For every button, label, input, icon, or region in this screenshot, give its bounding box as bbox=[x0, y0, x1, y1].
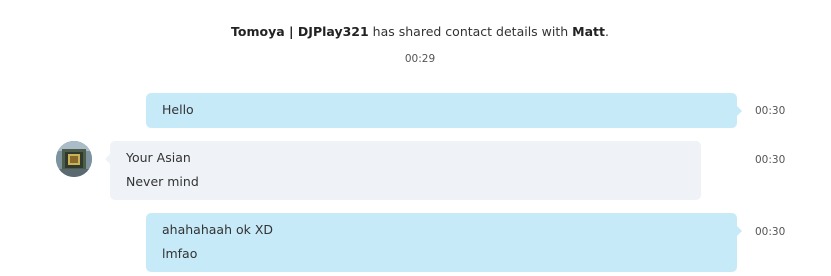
message-text: lmfao bbox=[162, 246, 198, 261]
message-timestamp: 00:30 bbox=[755, 105, 786, 117]
bubble-tail bbox=[737, 106, 742, 116]
notice-timestamp: 00:29 bbox=[404, 53, 436, 65]
bubble-tail bbox=[737, 226, 742, 236]
notice-recipient[interactable]: Matt bbox=[572, 24, 605, 39]
contact-shared-notice: Tomoya | DJPlay321 has shared contact de… bbox=[0, 24, 831, 39]
outgoing-message-bubble[interactable]: Hello bbox=[146, 93, 742, 128]
contact-avatar[interactable] bbox=[56, 141, 92, 177]
outgoing-message-bubble[interactable]: ahahahaah ok XD lmfao bbox=[146, 213, 742, 272]
bubble-tail bbox=[105, 154, 110, 164]
notice-action: has shared contact details with bbox=[372, 24, 569, 39]
message-timestamp: 00:30 bbox=[755, 154, 786, 166]
message-text: ahahahaah ok XD bbox=[162, 222, 274, 237]
avatar-photo-icon bbox=[56, 141, 92, 177]
notice-trailing: . bbox=[605, 24, 609, 39]
message-text: Hello bbox=[162, 102, 194, 117]
message-text: Never mind bbox=[126, 174, 199, 189]
message-timestamp: 00:30 bbox=[755, 226, 786, 238]
notice-sender[interactable]: Tomoya | DJPlay321 bbox=[231, 24, 369, 39]
message-text: Your Asian bbox=[126, 150, 191, 165]
incoming-message-bubble[interactable]: Your Asian Never mind bbox=[105, 141, 701, 200]
